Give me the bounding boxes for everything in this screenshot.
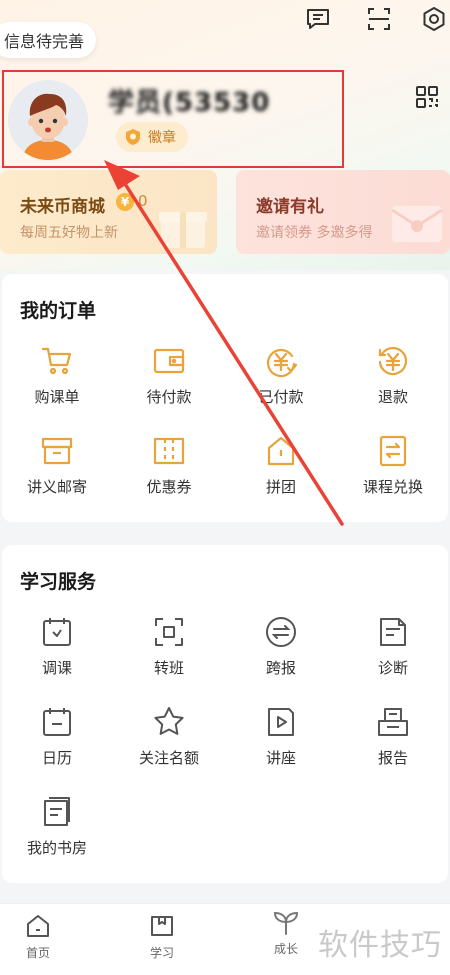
order-item-exchange[interactable]: 课程兑换 (338, 434, 448, 497)
diagnosis-icon (380, 618, 406, 646)
tooltip-text: 信息待完善 (3, 32, 84, 51)
orders-title: 我的订单 (20, 300, 97, 322)
service-item-label: 关注名额 (138, 749, 199, 767)
invite-card[interactable]: 邀请有礼 邀请领券 多邀多得 (236, 170, 450, 254)
orders-card: 我的订单 购课单 待付款 已付款 退款 讲义邮寄 优惠券 拼团 课程兑换 (2, 274, 448, 522)
gift-icon (159, 212, 207, 248)
services-title: 学习服务 (20, 571, 97, 593)
services-card: 学习服务 调课 转班 跨报 诊断 日历 关注名额 讲座 报告 我的书房 (2, 545, 448, 883)
tab-study[interactable]: 学习 (132, 912, 192, 961)
coin-mall-subtitle: 每周五好物上新 (20, 225, 118, 241)
service-item-lecture[interactable]: 讲座 (226, 705, 336, 768)
service-item-calendar[interactable]: 日历 (2, 705, 112, 768)
service-item-label: 调课 (41, 659, 72, 677)
service-item-label: 报告 (377, 749, 408, 767)
service-item-bookshelf[interactable]: 我的书房 (2, 795, 112, 858)
tab-label: 学习 (149, 946, 174, 960)
transfer-icon (155, 618, 183, 646)
order-item-label: 退款 (377, 388, 408, 406)
username: 学员(53530 (108, 88, 271, 118)
tab-home[interactable]: 首页 (8, 912, 68, 961)
invite-subtitle: 邀请领券 多邀多得 (256, 225, 373, 241)
cross-enroll-icon (266, 617, 296, 647)
coin-mall-title: 未来币商城 (20, 197, 105, 217)
order-item-label: 课程兑换 (362, 478, 423, 496)
badge-label: 徽章 (148, 130, 176, 146)
paid-coin-icon (266, 348, 298, 378)
service-item-label: 跨报 (265, 659, 296, 677)
order-item-label: 拼团 (265, 478, 296, 496)
order-item-group[interactable]: 拼团 (226, 434, 336, 497)
exchange-icon (379, 435, 407, 467)
service-item-label: 讲座 (265, 749, 296, 767)
service-item-label: 日历 (41, 749, 72, 767)
service-item-cross-enroll[interactable]: 跨报 (226, 615, 336, 678)
refund-icon (378, 346, 408, 376)
badge-button[interactable]: 徽章 (116, 122, 188, 152)
service-item-label: 我的书房 (26, 839, 87, 857)
scan-icon[interactable] (366, 6, 392, 32)
order-item-coupon[interactable]: 优惠券 (114, 434, 224, 497)
qr-code-icon[interactable] (414, 84, 440, 110)
invite-title: 邀请有礼 (256, 197, 324, 217)
order-item-label: 讲义邮寄 (26, 478, 87, 496)
service-item-report[interactable]: 报告 (338, 705, 448, 768)
bookshelf-icon (44, 797, 70, 826)
study-icon (151, 916, 173, 936)
message-icon[interactable] (305, 6, 331, 32)
sprout-icon (273, 911, 299, 935)
cart-icon (41, 347, 72, 375)
star-icon (154, 707, 184, 735)
service-item-adjust[interactable]: 调课 (2, 615, 112, 678)
service-item-diagnosis[interactable]: 诊断 (338, 615, 448, 678)
order-item-label: 购课单 (34, 388, 80, 406)
tab-label: 首页 (25, 946, 50, 960)
envelope-icon (391, 206, 443, 242)
calendar-adjust-icon (43, 618, 71, 646)
order-item-label: 已付款 (258, 388, 304, 406)
service-item-follow-quota[interactable]: 关注名额 (114, 705, 224, 768)
box-icon (41, 437, 73, 465)
service-item-label: 诊断 (377, 659, 408, 677)
report-icon (378, 708, 408, 736)
avatar[interactable] (8, 80, 88, 160)
coin-icon: ¥ (116, 193, 134, 211)
order-item-label: 待付款 (146, 388, 192, 406)
wallet-icon (153, 348, 185, 374)
coin-count: 0 (138, 192, 148, 210)
profile-section[interactable]: 学员(53530 徽章 (2, 70, 344, 168)
calendar-icon (43, 708, 71, 736)
order-item-paid[interactable]: 已付款 (226, 344, 336, 407)
order-item-label: 优惠券 (146, 478, 192, 496)
home-icon (27, 915, 49, 937)
lecture-icon (268, 708, 294, 736)
order-item-cart[interactable]: 购课单 (2, 344, 112, 407)
group-icon (267, 436, 295, 466)
watermark: 软件技巧 (318, 928, 442, 963)
tab-growth[interactable]: 成长 (256, 908, 316, 957)
profile-incomplete-tooltip[interactable]: 信息待完善 (0, 22, 96, 58)
service-item-label: 转班 (153, 659, 184, 677)
order-item-refund[interactable]: 退款 (338, 344, 448, 407)
order-item-mail[interactable]: 讲义邮寄 (2, 434, 112, 497)
tab-label: 成长 (273, 942, 298, 956)
order-item-pending[interactable]: 待付款 (114, 344, 224, 407)
coin-mall-card[interactable]: 未来币商城 ¥ 0 每周五好物上新 (0, 170, 217, 254)
service-item-transfer[interactable]: 转班 (114, 615, 224, 678)
coupon-icon (153, 437, 185, 465)
badge-icon (126, 129, 140, 145)
settings-icon[interactable] (421, 6, 447, 32)
